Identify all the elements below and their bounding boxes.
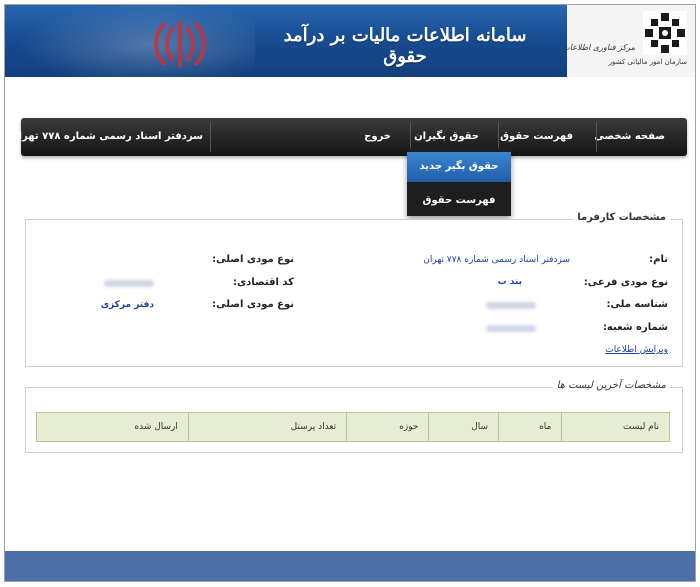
- nav-user-label: سردفتر اسناد رسمی شماره ۷۷۸ تهران: [10, 131, 203, 142]
- nav-divider: [210, 122, 211, 152]
- nav-personal-page[interactable]: صفحه شخصی: [594, 118, 665, 156]
- org-logo-area: سازمان امور مالیاتی کشور مرکز فناوری اطل…: [562, 5, 695, 77]
- economic-code-value: [104, 280, 154, 287]
- column-header: ارسال شده: [36, 412, 189, 442]
- org-caption: سازمان امور مالیاتی کشور: [608, 58, 687, 66]
- name-label: نام:: [649, 254, 668, 265]
- page-footer: [5, 551, 695, 581]
- national-id-value: [486, 302, 536, 309]
- menu-item-employee-list[interactable]: فهرست حقوق بگیران: [407, 186, 511, 236]
- column-header: نام لیست: [561, 412, 670, 442]
- employer-info-panel: مشخصات کارفرما نام: سردفتر اسناد رسمی شم…: [25, 212, 683, 367]
- branch-number-label: شماره شعبه:: [602, 322, 668, 333]
- economic-code-label: کد اقتصادی:: [232, 277, 294, 288]
- employer-legend: مشخصات کارفرما: [573, 212, 670, 223]
- last-lists-panel: مشخصات آخرین لیست ها ارسال شده تعداد پرس…: [25, 380, 683, 453]
- column-header: سال: [428, 412, 500, 442]
- main-nav: صفحه شخصی فهرست حقوق حقوق بگیران خروج سر…: [10, 118, 687, 156]
- nav-salary-list[interactable]: فهرست حقوق: [500, 118, 573, 156]
- nav-divider: [596, 122, 597, 152]
- edit-info-link[interactable]: ویرایش اطلاعات: [605, 345, 668, 355]
- column-header: تعداد پرسنل: [187, 412, 348, 442]
- column-header: ماه: [498, 412, 563, 442]
- page-frame: سامانه اطلاعات مالیات بر درآمد حقوق سازم…: [4, 4, 696, 582]
- national-id-label: شناسه ملی:: [606, 299, 668, 310]
- column-header: حوزه: [346, 412, 430, 442]
- main-type-label: نوع مودی اصلی:: [212, 254, 294, 265]
- tax-org-logo-icon: [643, 11, 687, 55]
- banner-flag-art: [5, 5, 255, 77]
- sub-type-value: بند ب: [497, 277, 522, 287]
- branch-number-value: [486, 325, 536, 332]
- dept-caption: مرکز فناوری اطلاعات: [562, 43, 635, 52]
- header-banner: سامانه اطلاعات مالیات بر درآمد حقوق سازم…: [5, 5, 695, 77]
- nav-logout[interactable]: خروج: [364, 118, 391, 156]
- table-header-row: ارسال شده تعداد پرسنل حوزه سال ماه نام ل…: [36, 412, 670, 442]
- menu-item-new-employee[interactable]: حقوق بگیر جدید: [407, 152, 511, 182]
- sub-type-label: نوع مودی فرعی:: [583, 277, 668, 288]
- iran-emblem-icon: [154, 21, 206, 67]
- last-lists-legend: مشخصات آخرین لیست ها: [552, 380, 670, 391]
- name-value: سردفتر اسناد رسمی شماره ۷۷۸ تهران: [423, 255, 570, 265]
- last-lists-table: ارسال شده تعداد پرسنل حوزه سال ماه نام ل…: [36, 412, 670, 442]
- employees-dropdown-menu: حقوق بگیر جدید فهرست حقوق بگیران: [407, 148, 511, 236]
- app-title: سامانه اطلاعات مالیات بر درآمد حقوق: [283, 25, 527, 67]
- main-type2-label: نوع مودی اصلی:: [212, 299, 294, 310]
- main-type2-value: دفتر مرکزی: [100, 300, 154, 310]
